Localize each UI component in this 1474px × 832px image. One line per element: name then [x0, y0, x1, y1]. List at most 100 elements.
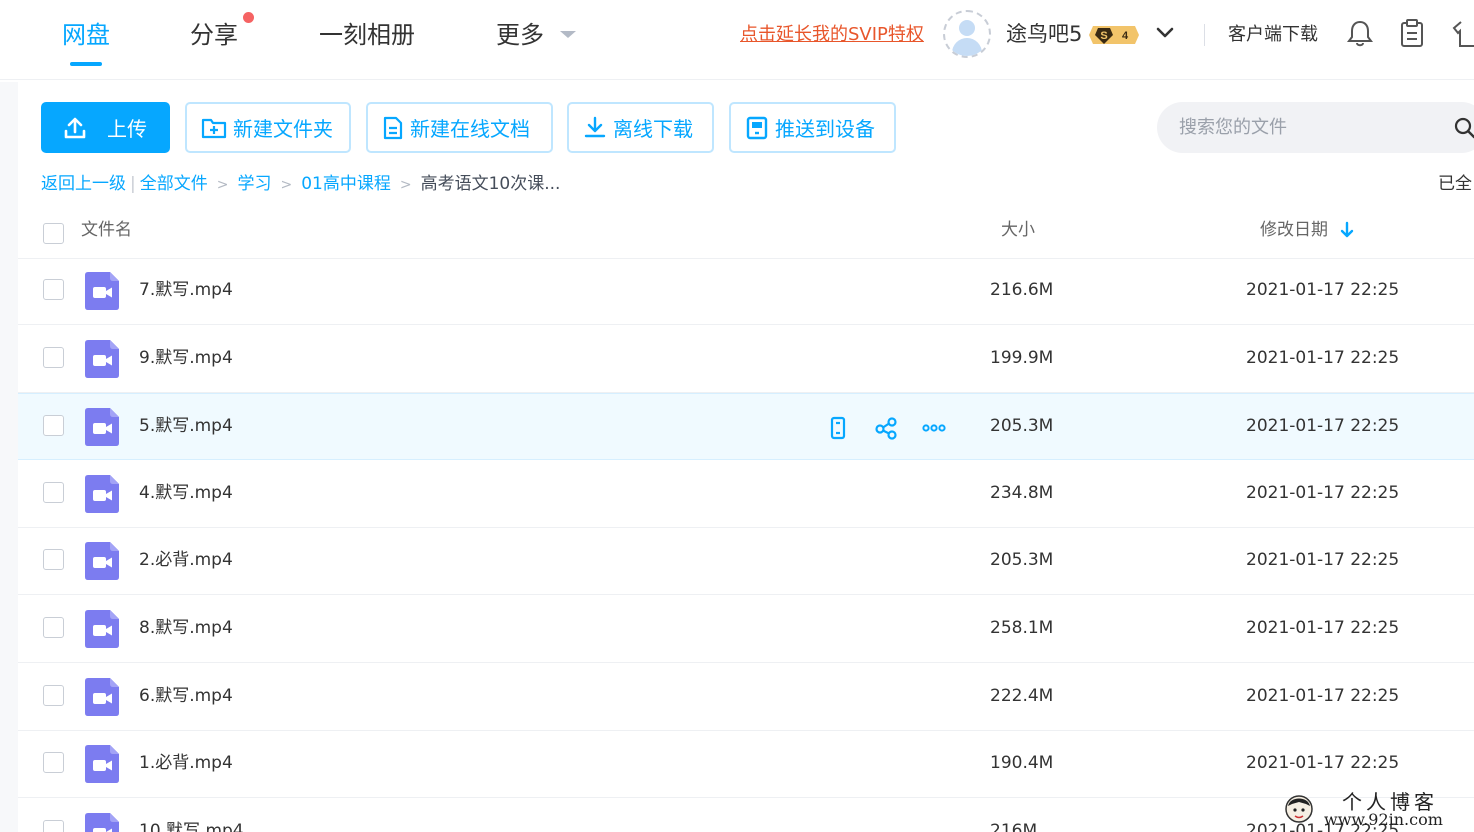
tab-more[interactable]: 更多: [496, 18, 544, 52]
breadcrumb-separator: >: [216, 177, 229, 193]
breadcrumb-current: 高考语文10次课...: [420, 174, 561, 194]
file-size: 205.3M: [990, 416, 1054, 436]
more-options-icon[interactable]: [921, 415, 947, 441]
row-checkbox[interactable]: [43, 820, 64, 832]
table-row[interactable]: 7.默写.mp4 216.6M 2021-01-17 22:25: [18, 258, 1474, 325]
loaded-status: 已全: [1438, 174, 1472, 194]
table-header: 文件名 大小 修改日期: [18, 205, 1474, 259]
video-file-icon: [85, 678, 119, 716]
left-gutter: [0, 82, 18, 832]
row-checkbox[interactable]: [43, 279, 64, 300]
tab-share[interactable]: 分享: [190, 18, 238, 52]
video-file-icon: [85, 408, 119, 446]
video-file-icon: [85, 813, 119, 832]
breadcrumb-study[interactable]: 学习: [237, 174, 271, 194]
row-checkbox[interactable]: [43, 685, 64, 706]
document-icon: [383, 116, 403, 139]
chevron-down-icon[interactable]: [1156, 24, 1174, 42]
file-size: 222.4M: [990, 686, 1054, 706]
file-name[interactable]: 5.默写.mp4: [139, 414, 233, 438]
file-size: 216.6M: [990, 280, 1054, 300]
watermark: 个人博客 www.92in.com: [1282, 790, 1474, 832]
file-name[interactable]: 2.必背.mp4: [139, 548, 233, 572]
download-icon: [584, 116, 606, 137]
row-checkbox[interactable]: [43, 347, 64, 368]
table-row[interactable]: 10.默写.mp4 216M 2021-01-17 22:25: [18, 799, 1474, 832]
avatar[interactable]: [943, 10, 991, 58]
tab-netdisk[interactable]: 网盘: [62, 18, 110, 52]
file-size: 205.3M: [990, 550, 1054, 570]
file-name[interactable]: 6.默写.mp4: [139, 684, 233, 708]
username[interactable]: 途鸟吧5: [1006, 19, 1082, 49]
file-date: 2021-01-17 22:25: [1246, 686, 1400, 706]
column-size[interactable]: 大小: [1001, 218, 1035, 242]
video-file-icon: [85, 610, 119, 648]
file-name[interactable]: 4.默写.mp4: [139, 481, 233, 505]
breadcrumb-divider: |: [130, 174, 136, 194]
column-name[interactable]: 文件名: [81, 218, 132, 242]
breadcrumb-highschool[interactable]: 01高中课程: [301, 174, 391, 194]
table-row[interactable]: 8.默写.mp4 258.1M 2021-01-17 22:25: [18, 596, 1474, 663]
file-name[interactable]: 9.默写.mp4: [139, 346, 233, 370]
active-tab-indicator: [70, 62, 102, 66]
table-row[interactable]: 5.默写.mp4 205.3M 2021-01-17 22:25: [18, 393, 1474, 460]
file-date: 2021-01-17 22:25: [1246, 416, 1400, 436]
video-file-icon: [85, 272, 119, 310]
caret-down-icon[interactable]: [560, 31, 576, 38]
file-date: 2021-01-17 22:25: [1246, 618, 1400, 638]
row-checkbox[interactable]: [43, 415, 64, 436]
tab-album[interactable]: 一刻相册: [319, 18, 415, 52]
offline-download-button[interactable]: 离线下载: [567, 102, 714, 153]
push-device-label: 推送到设备: [775, 117, 875, 141]
sort-desc-icon[interactable]: [1340, 221, 1354, 239]
push-device-button[interactable]: 推送到设备: [729, 102, 896, 153]
table-row[interactable]: 4.默写.mp4 234.8M 2021-01-17 22:25: [18, 461, 1474, 528]
svip-renew-link[interactable]: 点击延长我的SVIP特权: [740, 22, 924, 48]
select-all-checkbox[interactable]: [43, 223, 64, 244]
file-size: 199.9M: [990, 348, 1054, 368]
file-date: 2021-01-17 22:25: [1246, 753, 1400, 773]
new-folder-button[interactable]: 新建文件夹: [185, 102, 351, 153]
video-file-icon: [85, 340, 119, 378]
table-row[interactable]: 9.默写.mp4 199.9M 2021-01-17 22:25: [18, 326, 1474, 393]
table-row[interactable]: 6.默写.mp4 222.4M 2021-01-17 22:25: [18, 664, 1474, 731]
shirt-icon[interactable]: [1452, 18, 1474, 48]
new-folder-label: 新建文件夹: [233, 117, 333, 141]
breadcrumb: 返回上一级 | 全部文件 > 学习 >01高中课程 > 高考语文10次课...: [41, 172, 560, 197]
file-name[interactable]: 7.默写.mp4: [139, 278, 233, 302]
file-date: 2021-01-17 22:25: [1246, 280, 1400, 300]
svip-level-badge: S 4: [1089, 26, 1139, 44]
upload-icon: [64, 117, 86, 138]
folder-plus-icon: [201, 118, 227, 138]
back-link[interactable]: 返回上一级: [41, 174, 126, 194]
upload-button[interactable]: 上传: [41, 102, 170, 153]
search-input[interactable]: [1157, 102, 1447, 153]
share-icon[interactable]: [873, 415, 899, 441]
file-date: 2021-01-17 22:25: [1246, 483, 1400, 503]
file-size: 216M: [990, 821, 1038, 832]
clipboard-icon[interactable]: [1398, 18, 1426, 48]
file-date: 2021-01-17 22:25: [1246, 348, 1400, 368]
row-checkbox[interactable]: [43, 549, 64, 570]
file-name[interactable]: 10.默写.mp4: [139, 819, 244, 832]
watermark-logo: [1285, 795, 1313, 823]
breadcrumb-separator: >: [280, 177, 293, 193]
table-row[interactable]: 1.必背.mp4 190.4M 2021-01-17 22:25: [18, 731, 1474, 798]
row-checkbox[interactable]: [43, 617, 64, 638]
search-box: [1157, 102, 1474, 153]
file-name[interactable]: 8.默写.mp4: [139, 616, 233, 640]
upload-button-label: 上传: [107, 117, 147, 141]
search-icon[interactable]: [1453, 116, 1474, 140]
breadcrumb-all-files[interactable]: 全部文件: [140, 174, 208, 194]
column-date[interactable]: 修改日期: [1260, 218, 1328, 242]
row-checkbox[interactable]: [43, 752, 64, 773]
top-nav: 网盘 分享 一刻相册 更多 点击延长我的SVIP特权 途鸟吧5 S 4 客户端下…: [0, 0, 1474, 80]
push-device-icon[interactable]: [825, 415, 851, 441]
new-doc-label: 新建在线文档: [410, 117, 530, 141]
row-checkbox[interactable]: [43, 482, 64, 503]
client-download-link[interactable]: 客户端下载: [1228, 22, 1318, 48]
file-name[interactable]: 1.必背.mp4: [139, 751, 233, 775]
bell-icon[interactable]: [1346, 18, 1374, 48]
new-doc-button[interactable]: 新建在线文档: [366, 102, 553, 153]
table-row[interactable]: 2.必背.mp4 205.3M 2021-01-17 22:25: [18, 528, 1474, 595]
